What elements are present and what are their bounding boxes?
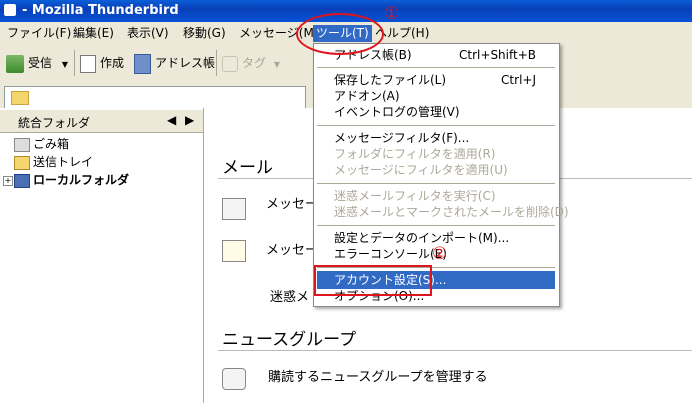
folder-outbox[interactable]: 送信トレイ <box>14 153 93 171</box>
chevron-right-icon[interactable]: ▶ <box>185 113 194 127</box>
folder-view-label: 統合フォルダ <box>18 116 91 130</box>
folder-pane-header: 統合フォルダ ◀ ▶ <box>0 110 203 133</box>
compose-icon <box>80 54 96 73</box>
folder-trash[interactable]: ごみ箱 <box>14 135 69 153</box>
menu-file[interactable]: ファイル(F) <box>4 25 74 42</box>
outbox-icon <box>14 155 30 170</box>
menuitem-run-filters-message: メッセージにフィルタを適用(U) <box>334 163 508 177</box>
mail-section-title: メール <box>222 158 273 178</box>
folder-local[interactable]: ローカルフォルダ <box>14 171 129 189</box>
annotation-step-1: ① <box>384 4 400 24</box>
toolbar-separator <box>74 50 75 76</box>
addressbook-button[interactable]: アドレス帳 <box>134 52 215 74</box>
receive-label: 受信 <box>28 56 53 70</box>
window-title: - Mozilla Thunderbird <box>22 3 179 18</box>
folder-pane: 統合フォルダ ◀ ▶ ごみ箱 送信トレイ + ローカルフォルダ <box>0 108 204 403</box>
tag-icon <box>222 55 238 72</box>
divider <box>218 350 692 351</box>
menuitem-delete-junk: 迷惑メールとマークされたメールを削除(D) <box>334 205 569 219</box>
thunderbird-app-icon <box>4 4 16 16</box>
manage-newsgroups-link[interactable]: 購読するニュースグループを管理する <box>268 366 488 385</box>
compose-button[interactable]: 作成 <box>80 52 124 74</box>
folder-label: ローカルフォルダ <box>33 173 130 187</box>
envelope-icon <box>222 198 246 220</box>
trash-icon <box>14 137 30 152</box>
tab-folder[interactable] <box>4 86 306 109</box>
annotation-circle-tools <box>296 13 384 55</box>
chevron-down-icon: ▼ <box>273 60 280 69</box>
menu-separator <box>317 183 555 184</box>
tag-label: タグ <box>242 56 267 70</box>
chevron-down-icon[interactable]: ▼ <box>62 60 68 69</box>
shortcut-label: Ctrl+Shift+B <box>459 48 536 62</box>
newsgroup-icon <box>222 368 246 390</box>
annotation-box-account-settings <box>314 265 432 296</box>
receive-button[interactable]: 受信 ▼ <box>6 52 68 74</box>
addressbook-label: アドレス帳 <box>155 56 216 70</box>
expand-toggle[interactable]: + <box>3 176 13 186</box>
compose-icon <box>222 240 246 262</box>
compose-label: 作成 <box>100 56 125 70</box>
computer-icon <box>14 173 30 188</box>
download-icon <box>6 54 24 73</box>
write-message-link[interactable]: メッセー <box>266 239 318 258</box>
folder-label: 送信トレイ <box>33 155 94 169</box>
read-messages-link[interactable]: メッセー <box>266 193 318 212</box>
tag-button[interactable]: タグ ▼ <box>222 52 280 74</box>
junk-settings-link[interactable]: 迷惑メ <box>270 286 309 305</box>
menu-view[interactable]: 表示(V) <box>124 25 172 42</box>
menu-separator <box>317 67 555 68</box>
menuitem-event-log[interactable]: イベントログの管理(V) <box>334 103 554 121</box>
newsgroup-section-title: ニュースグループ <box>222 330 357 350</box>
toolbar-separator <box>216 50 217 76</box>
menu-go[interactable]: 移動(G) <box>180 25 229 42</box>
annotation-step-2: ② <box>432 244 448 264</box>
menu-edit[interactable]: 編集(E) <box>70 25 117 42</box>
menu-separator <box>317 125 555 126</box>
chevron-left-icon[interactable]: ◀ <box>167 113 176 127</box>
folder-icon <box>11 91 29 105</box>
folder-label: ごみ箱 <box>33 137 70 151</box>
menu-separator <box>317 225 555 226</box>
addressbook-icon <box>134 53 151 74</box>
